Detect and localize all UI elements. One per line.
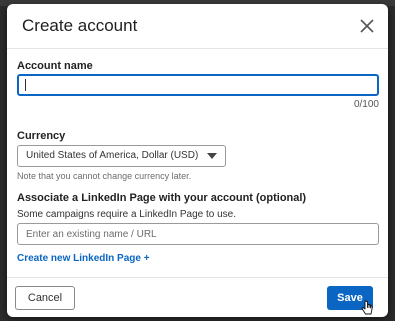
account-name-field[interactable] (17, 74, 379, 96)
linkedin-page-input[interactable] (18, 224, 378, 245)
hand-pointer-icon (361, 300, 373, 315)
character-counter: 0/100 (353, 99, 379, 110)
dialog-header: Create account (7, 4, 388, 49)
dialog-title: Create account (22, 16, 138, 35)
create-account-dialog: Create account Account name 0/100 Curren… (7, 4, 388, 317)
currency-note: Note that you cannot change currency lat… (17, 171, 192, 181)
cancel-button[interactable]: Cancel (15, 286, 75, 310)
text-caret (25, 79, 26, 91)
linkedin-page-field[interactable] (17, 223, 379, 245)
footer-divider (7, 277, 388, 278)
currency-label: Currency (17, 130, 66, 142)
create-linkedin-page-link[interactable]: Create new LinkedIn Page + (17, 253, 150, 264)
currency-dropdown[interactable]: United States of America, Dollar (USD) (17, 145, 226, 167)
account-name-input[interactable] (19, 77, 377, 96)
linkedin-page-label: Associate a LinkedIn Page with your acco… (17, 192, 307, 204)
currency-selected-value: United States of America, Dollar (USD) (26, 150, 199, 161)
close-icon-glyph (360, 19, 374, 33)
linkedin-page-description: Some campaigns require a LinkedIn Page t… (17, 209, 237, 220)
account-name-label: Account name (17, 60, 93, 72)
close-icon[interactable] (356, 15, 378, 37)
chevron-down-icon (207, 153, 217, 159)
